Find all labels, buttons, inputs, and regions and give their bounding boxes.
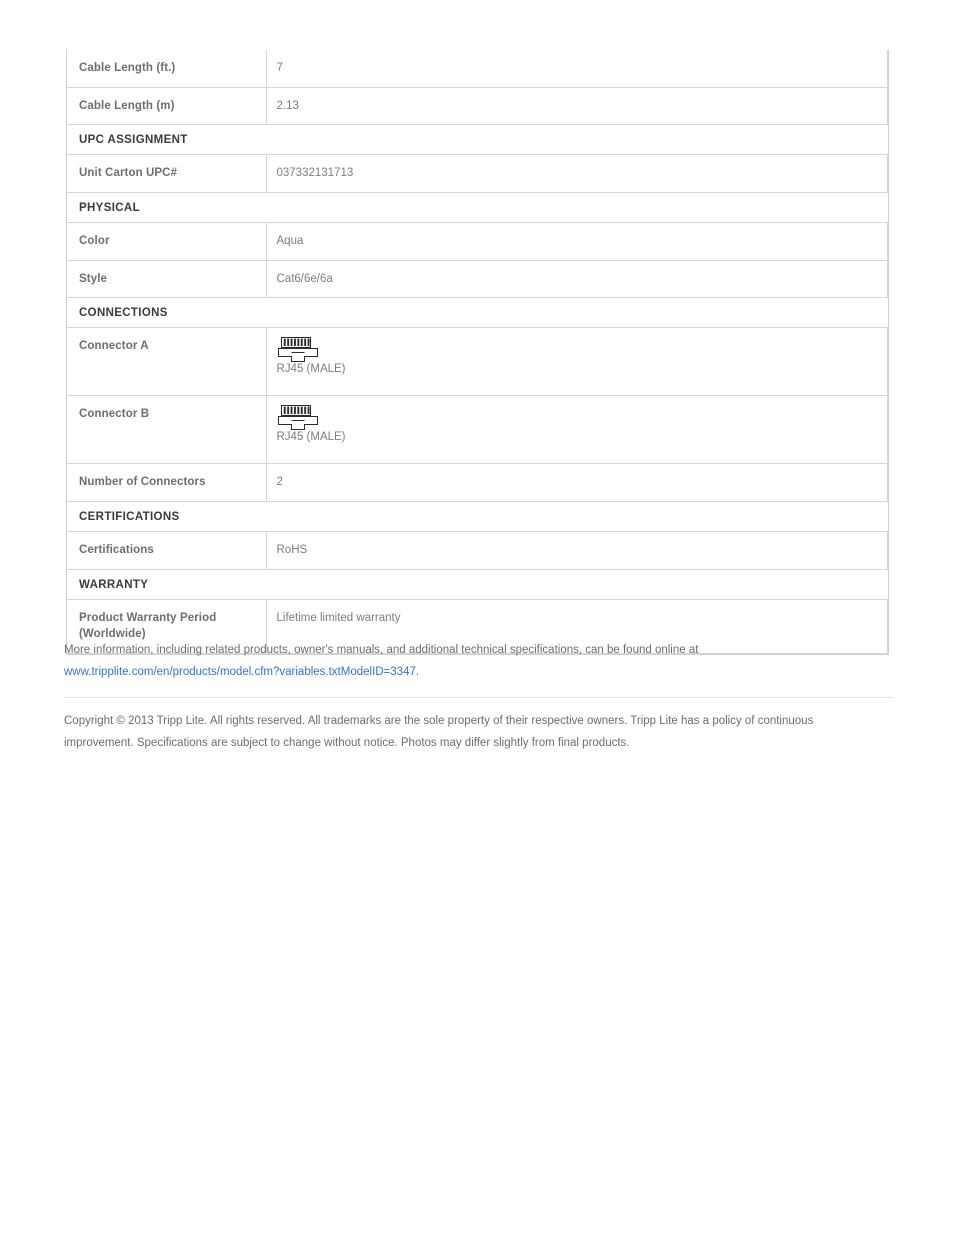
spec-row-value: 7 xyxy=(266,50,888,88)
spec-row-label: Cable Length (ft.) xyxy=(67,50,267,88)
spec-row-value: RJ45 (MALE) xyxy=(266,395,888,465)
spec-row-value: 037332131713 xyxy=(266,154,888,194)
copyright-notice: Copyright © 2013 Tripp Lite. All rights … xyxy=(64,715,814,749)
spec-section-title: WARRANTY xyxy=(67,569,888,600)
spec-section-header-row: WARRANTY xyxy=(67,569,888,600)
more-information-paragraph: More information, including related prod… xyxy=(64,639,894,683)
spec-row: Number of Connectors 2 xyxy=(67,463,888,503)
spec-section-header-row: CONNECTIONS xyxy=(67,297,888,329)
spec-row-value: 2.13 xyxy=(266,87,888,126)
spec-row: Certifications RoHS xyxy=(67,531,888,570)
spec-row-value: 2 xyxy=(266,463,888,503)
spec-row-value: RoHS xyxy=(266,531,888,570)
specifications-table-container: Cable Length (ft.) 7 Cable Length (m) 2.13 U… xyxy=(66,50,889,656)
specifications-table: Cable Length (ft.) 7 Cable Length (m) 2.13 U… xyxy=(67,50,888,655)
more-information-period: . xyxy=(415,666,420,678)
spec-row-label-line1: Product Warranty Period xyxy=(79,611,217,624)
spec-row-label: Connector A xyxy=(67,327,267,397)
spec-sheet-page: Cable Length (ft.) 7 Cable Length (m) 2.13 U… xyxy=(0,0,954,1235)
spec-section-title: CERTIFICATIONS xyxy=(67,501,888,533)
product-model-link[interactable]: www.tripplite.com/en/products/model.cfm?… xyxy=(64,666,416,678)
spec-row: Cable Length (ft.) 7 xyxy=(67,50,888,88)
spec-row: Cable Length (m) 2.13 xyxy=(67,87,888,126)
spec-row-label: Style xyxy=(67,260,267,299)
spec-row-label: Connector B xyxy=(67,395,267,465)
more-information-text: More information, including related prod… xyxy=(64,644,699,656)
spec-row-label: Certifications xyxy=(67,531,267,570)
spec-row-label: Cable Length (m) xyxy=(67,87,267,126)
rj45-connector-icon xyxy=(277,337,318,363)
spec-row: Style Cat6/6e/6a xyxy=(67,260,888,299)
spec-row: Color Aqua xyxy=(67,222,888,261)
spec-section-header-row: PHYSICAL xyxy=(67,192,888,224)
spec-section-title: CONNECTIONS xyxy=(67,297,888,329)
spec-row-value: RJ45 (MALE) xyxy=(266,327,888,397)
spec-row-value: Cat6/6e/6a xyxy=(266,260,888,299)
spec-section-header-row: CERTIFICATIONS xyxy=(67,501,888,533)
spec-section-header-row: UPC ASSIGNMENT xyxy=(67,124,888,156)
spec-row-label: Color xyxy=(67,222,267,261)
spec-row-value: Aqua xyxy=(266,222,888,261)
connector-caption: RJ45 (MALE) xyxy=(276,431,346,444)
footer-divider xyxy=(64,697,894,698)
spec-section-title: PHYSICAL xyxy=(67,192,888,224)
connector-block: RJ45 (MALE) xyxy=(277,336,876,377)
spec-row-label: Unit Carton UPC# xyxy=(67,154,267,194)
spec-row-label: Number of Connectors xyxy=(67,463,267,503)
rj45-connector-icon xyxy=(277,405,318,431)
spec-row: Connector B RJ45 (MALE) xyxy=(67,395,888,465)
spec-section-title: UPC ASSIGNMENT xyxy=(67,124,888,156)
connector-caption: RJ45 (MALE) xyxy=(276,363,346,376)
connector-block: RJ45 (MALE) xyxy=(277,404,876,445)
spec-row: Unit Carton UPC# 037332131713 xyxy=(67,154,888,194)
spec-row: Connector A RJ45 (MALE) xyxy=(67,327,888,397)
